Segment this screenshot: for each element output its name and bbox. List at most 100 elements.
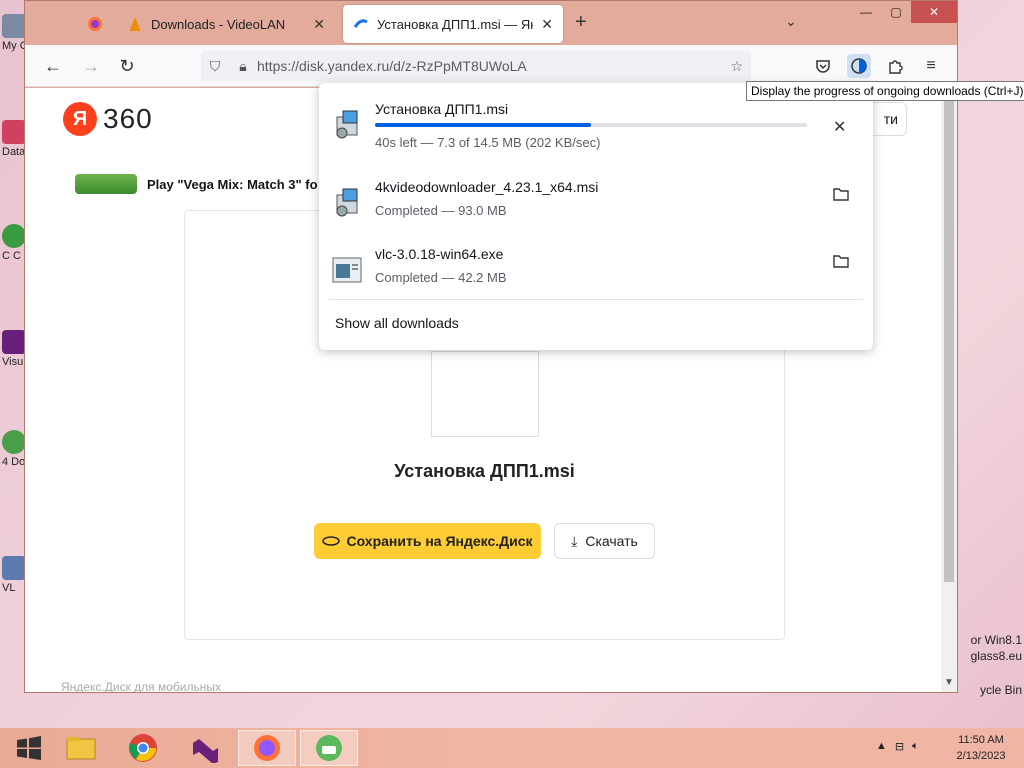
yandex-360-logo[interactable]: Я 360 <box>63 102 153 136</box>
msi-installer-icon <box>336 188 358 217</box>
window-close-button[interactable]: ✕ <box>911 1 957 23</box>
msi-installer-icon <box>336 110 358 139</box>
start-button[interactable] <box>0 730 58 766</box>
download-item[interactable]: 4kvideodownloader_4.23.1_x64.msi Complet… <box>319 179 873 249</box>
new-tab-button[interactable]: + <box>575 11 587 34</box>
disk-icon <box>322 536 341 546</box>
taskbar-firefox[interactable] <box>238 730 296 766</box>
logo-text: 360 <box>103 103 153 134</box>
cancel-download-icon[interactable]: ✕ <box>833 117 846 137</box>
visual-studio-icon <box>2 330 26 354</box>
show-hidden-icons-arrow-icon[interactable]: ▲ <box>876 740 887 753</box>
download-status: 40s left — 7.3 of 14.5 MB (202 KB/sec) <box>375 135 601 150</box>
4k-downloader-icon <box>316 735 342 761</box>
chrome-icon <box>2 224 26 248</box>
scrollbar-thumb[interactable] <box>944 92 954 582</box>
tab-label: Downloads - VideoLAN <box>151 16 286 32</box>
show-all-downloads-button[interactable]: Show all downloads <box>335 315 459 331</box>
taskbar-chrome[interactable] <box>114 730 172 766</box>
download-progress-fill <box>375 123 591 127</box>
download-item[interactable]: Установка ДПП1.msi 40s left — 7.3 of 14.… <box>319 101 873 171</box>
minimize-button[interactable]: — <box>851 1 881 23</box>
data-icon <box>2 120 26 144</box>
download-file-name: 4kvideodownloader_4.23.1_x64.msi <box>375 179 599 195</box>
list-all-tabs-icon[interactable]: ⌄ <box>785 13 797 30</box>
tab-videolan[interactable]: Downloads - VideoLAN ✕ <box>117 5 335 43</box>
promo-banner[interactable]: Play "Vega Mix: Match 3" fo <box>75 174 318 194</box>
save-button-label: Сохранить на Яндекс.Диск <box>346 533 533 549</box>
pocket-icon[interactable] <box>811 54 835 78</box>
maximize-button[interactable]: ▢ <box>881 1 911 23</box>
download-button-label: Скачать <box>585 533 638 549</box>
clock-date: 2/13/2023 <box>956 750 1006 762</box>
tab-yandex-disk[interactable]: Установка ДПП1.msi — Яндекс ✕ <box>343 5 563 43</box>
system-tray: ▲ ⊟ 🔈︎ <box>876 740 919 753</box>
file-preview <box>431 351 539 437</box>
download-file-name: Установка ДПП1.msi <box>375 101 509 117</box>
footer-text: Яндекс.Диск для мобильных <box>61 680 221 692</box>
hamburger-menu-icon[interactable]: ≡ <box>919 54 943 78</box>
4k-downloader-icon <box>2 430 26 454</box>
taskbar-file-explorer[interactable] <box>52 730 110 766</box>
back-arrow-icon[interactable]: ← <box>41 54 65 78</box>
download-status: Completed — 42.2 MB <box>375 270 507 285</box>
clock[interactable]: 11:50 AM 2/13/2023 <box>948 732 1014 764</box>
download-item[interactable]: vlc-3.0.18-win64.exe Completed — 42.2 MB <box>319 246 873 316</box>
window-controls: — ▢ ✕ <box>851 1 957 23</box>
desktop-icon-label: C C <box>2 250 21 262</box>
shield-icon[interactable]: ⛉ <box>201 58 229 75</box>
download-button[interactable]: ⤓ Скачать <box>554 523 655 559</box>
desktop-icon-label: 4 Do <box>2 456 26 468</box>
desktop-icon-label: VL <box>2 582 16 594</box>
yandex-logo-icon: Я <box>63 102 97 136</box>
open-folder-icon[interactable] <box>833 187 849 206</box>
desktop-watermark: or Win8.1 glass8.eu ycle Bin <box>971 632 1022 698</box>
visual-studio-icon <box>193 739 218 763</box>
folder-icon <box>66 737 96 760</box>
close-icon[interactable]: ✕ <box>313 16 325 33</box>
lock-icon[interactable]: 🔒︎ <box>229 58 257 75</box>
desktop-icon-recycle-bin[interactable]: ycle Bin <box>971 682 1022 698</box>
downloads-progress-icon[interactable] <box>847 54 871 78</box>
promo-text: Play "Vega Mix: Match 3" fo <box>147 176 318 192</box>
game-thumbnail-icon <box>75 174 137 194</box>
url-bar[interactable]: ⛉ 🔒︎ https://disk.yandex.ru/d/z-RzPpMT8U… <box>201 51 751 81</box>
reload-icon[interactable]: ↻ <box>115 54 139 78</box>
volume-icon[interactable]: 🔈︎ <box>912 740 919 753</box>
chrome-icon <box>129 734 157 762</box>
file-name-title: Установка ДПП1.msi <box>394 461 575 481</box>
taskbar-4k-downloader[interactable] <box>300 730 358 766</box>
watermark-line: or Win8.1 <box>970 633 1022 647</box>
firefox-icon <box>254 735 280 761</box>
tab-firefox-pinned[interactable] <box>77 5 107 43</box>
close-icon[interactable]: ✕ <box>541 16 553 33</box>
extensions-puzzle-icon[interactable] <box>883 54 907 78</box>
computer-icon <box>2 14 26 38</box>
yandex-disk-icon <box>353 19 368 28</box>
vertical-scrollbar[interactable]: ▼ <box>941 88 957 692</box>
tab-bar: Downloads - VideoLAN ✕ Установка ДПП1.ms… <box>25 1 957 45</box>
download-file-name: vlc-3.0.18-win64.exe <box>375 246 504 262</box>
open-folder-icon[interactable] <box>833 254 849 273</box>
vlc-cone-icon <box>130 17 140 31</box>
desktop-icon-label: Data <box>2 146 26 158</box>
download-arrow-icon: ⤓ <box>571 532 578 549</box>
clock-time: 11:50 AM <box>958 734 1004 746</box>
tab-label: Установка ДПП1.msi — Яндекс <box>377 16 533 32</box>
downloads-panel: Установка ДПП1.msi 40s left — 7.3 of 14.… <box>319 83 873 350</box>
taskbar-visual-studio[interactable] <box>176 730 234 766</box>
bookmark-star-icon[interactable]: ☆ <box>730 58 743 75</box>
taskbar: ▲ ⊟ 🔈︎ 11:50 AM 2/13/2023 <box>0 728 1024 768</box>
downloads-tooltip: Display the progress of ongoing download… <box>746 81 1024 101</box>
vlc-icon <box>2 556 26 580</box>
download-status: Completed — 93.0 MB <box>375 203 507 218</box>
windows-logo-icon <box>17 736 41 760</box>
firefox-icon <box>88 17 102 31</box>
forward-arrow-icon[interactable]: → <box>79 54 103 78</box>
scroll-down-arrow-icon[interactable]: ▼ <box>944 677 954 688</box>
network-icon[interactable]: ⊟ <box>895 740 904 753</box>
url-text[interactable]: https://disk.yandex.ru/d/z-RzPpMT8UWoLA <box>257 58 527 74</box>
watermark-line: glass8.eu <box>970 649 1022 663</box>
divider <box>329 299 863 300</box>
save-to-disk-button[interactable]: Сохранить на Яндекс.Диск <box>314 523 541 559</box>
